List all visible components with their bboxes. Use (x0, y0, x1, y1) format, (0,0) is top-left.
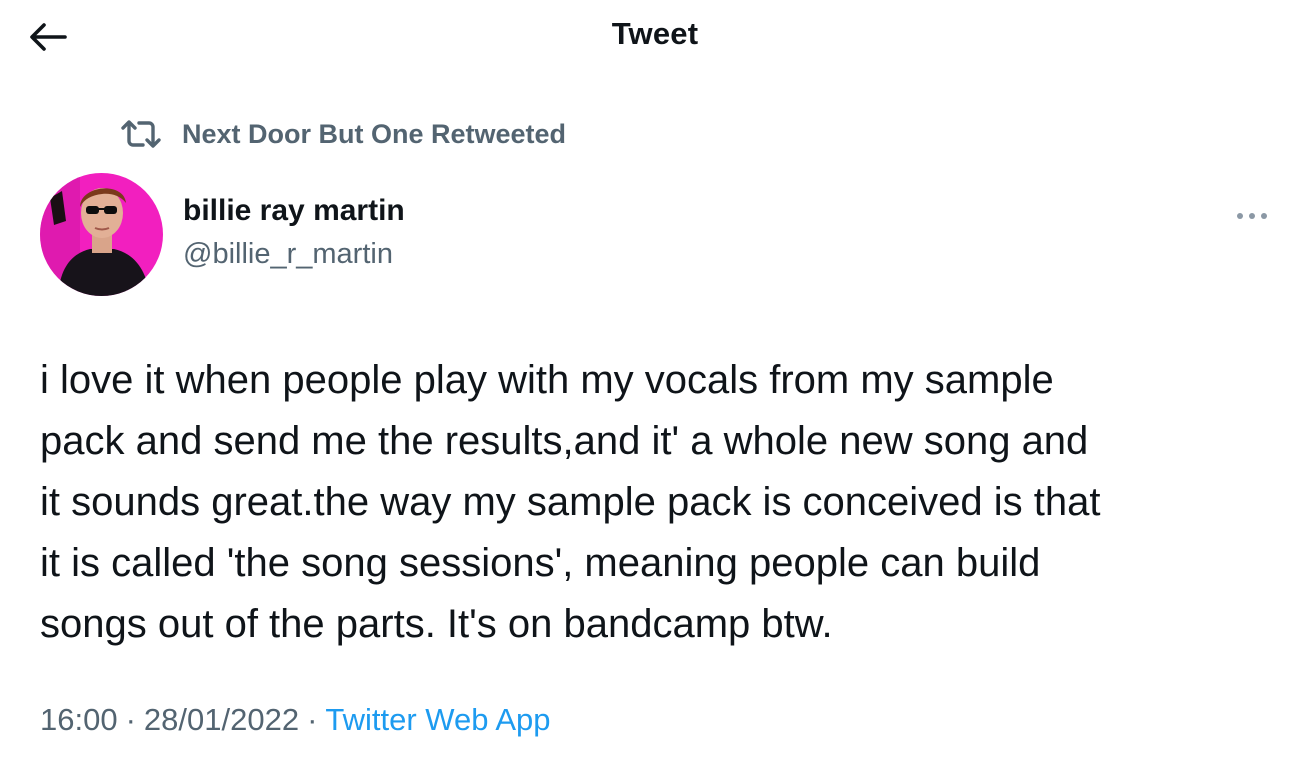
tweet-source-link[interactable]: Twitter Web App (325, 702, 550, 737)
tweet-time[interactable]: 16:00 (40, 702, 118, 737)
tweet-meta: 16:00 · 28/01/2022 · Twitter Web App (40, 702, 551, 738)
author-name[interactable]: billie ray martin (183, 194, 405, 228)
more-horizontal-icon (1237, 213, 1267, 219)
author-handle[interactable]: @billie_r_martin (183, 238, 393, 271)
retweet-icon (120, 114, 164, 154)
tweet-detail-page: Tweet Next Door But One Retweeted billie… (0, 0, 1310, 757)
tweet-date[interactable]: 28/01/2022 (144, 702, 299, 737)
meta-separator: · (307, 702, 318, 737)
retweet-context-label: Next Door But One Retweeted (182, 118, 567, 149)
avatar[interactable] (40, 173, 163, 296)
tweet-text: i love it when people play with my vocal… (40, 358, 1101, 646)
page-header: Tweet (0, 0, 1310, 76)
page-title: Tweet (611, 16, 699, 51)
meta-separator: · (125, 702, 136, 737)
more-options-button[interactable] (1228, 196, 1276, 236)
retweet-context[interactable]: Next Door But One Retweeted (120, 114, 566, 154)
